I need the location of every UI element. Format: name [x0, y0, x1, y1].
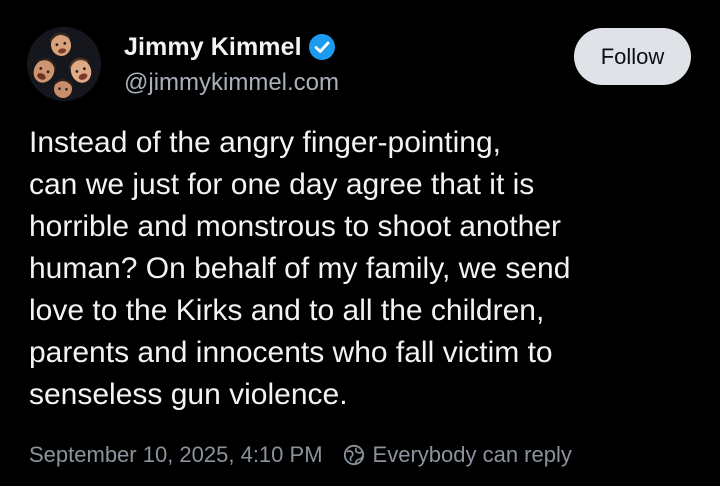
avatar[interactable]	[27, 27, 101, 101]
verified-badge-icon	[308, 33, 336, 61]
post-meta: September 10, 2025, 4:10 PM Everybody ca…	[29, 438, 572, 472]
author-display-name[interactable]: Jimmy Kimmel	[124, 33, 302, 62]
post-text-line: human? On behalf of my family, we send	[29, 252, 571, 285]
post-text-line: senseless gun violence.	[29, 378, 348, 411]
post-text-line: love to the Kirks and to all the childre…	[29, 294, 545, 327]
post-text-line: can we just for one day agree that it is	[29, 168, 535, 201]
post-card: Jimmy Kimmel @jimmykimmel.com Follow Ins…	[0, 0, 720, 486]
reply-settings-icon	[343, 444, 365, 466]
post-timestamp[interactable]: September 10, 2025, 4:10 PM	[29, 442, 323, 468]
author-name-row: Jimmy Kimmel	[124, 31, 336, 63]
follow-button[interactable]: Follow	[574, 28, 691, 85]
post-text: Instead of the angry finger-pointing, ca…	[29, 122, 699, 416]
reply-setting-text: Everybody can reply	[372, 442, 572, 467]
post-text-line: Instead of the angry finger-pointing,	[29, 126, 501, 159]
post-text-line: horrible and monstrous to shoot another	[29, 210, 561, 243]
author-handle[interactable]: @jimmykimmel.com	[124, 69, 339, 97]
post-text-line: parents and innocents who fall victim to	[29, 336, 553, 369]
avatar-icon	[27, 27, 101, 101]
